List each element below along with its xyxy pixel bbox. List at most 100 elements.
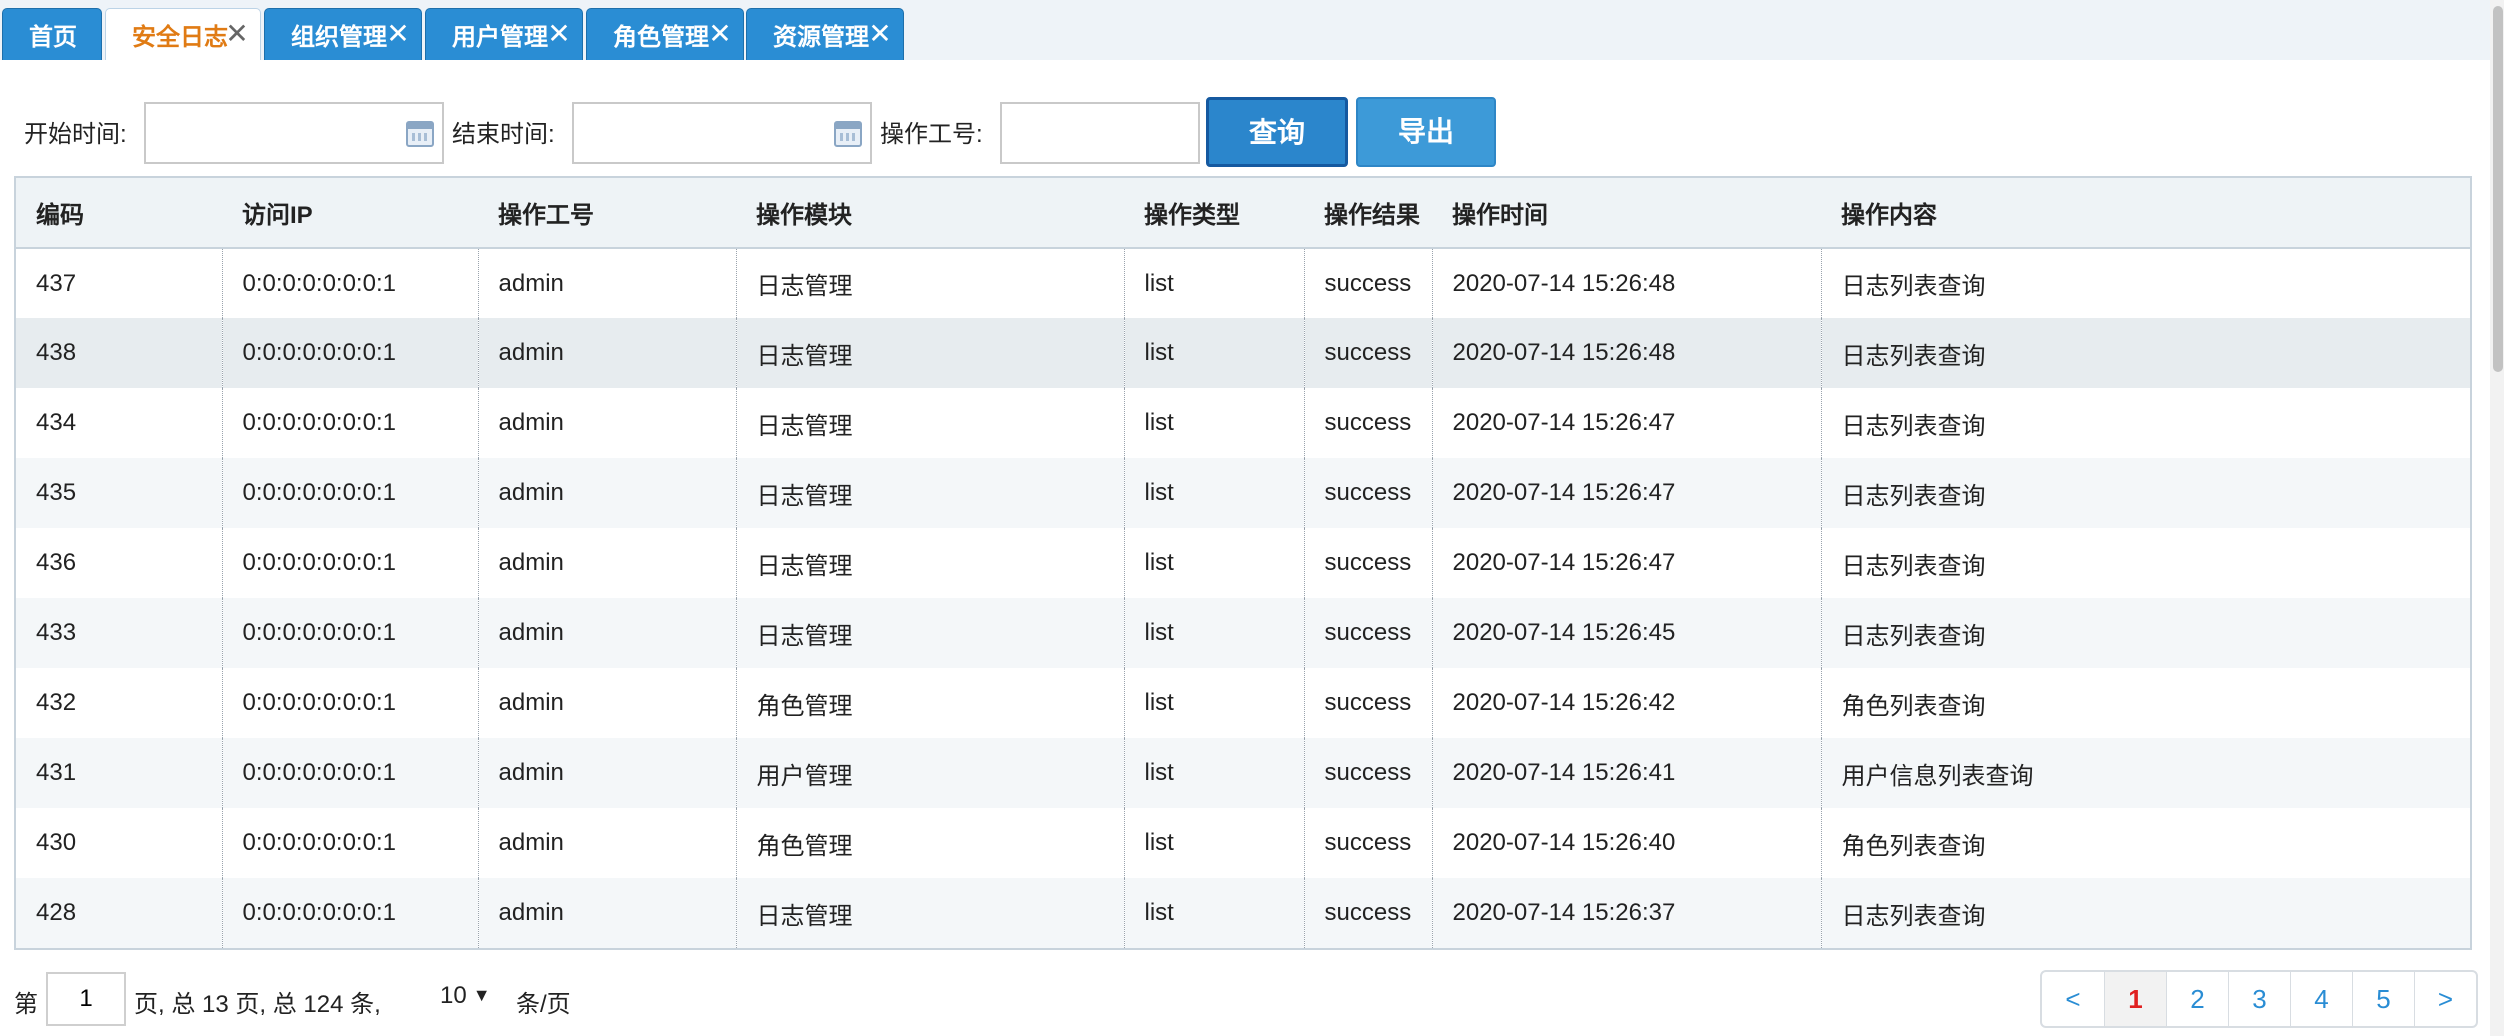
table-row[interactable]: 433 0:0:0:0:0:0:0:1 admin 日志管理 list success 20… <box>16 598 2470 668</box>
table-row[interactable]: 430 0:0:0:0:0:0:0:1 admin 角色管理 list success 20… <box>16 808 2470 878</box>
tab-label: 首页 <box>29 24 77 51</box>
table-row[interactable]: 435 0:0:0:0:0:0:0:1 admin 日志管理 list success 20… <box>16 458 2470 528</box>
operator-id-label: 操作工号: <box>880 121 983 148</box>
tab-org-management[interactable]: 组织管理 ✕ <box>264 8 422 60</box>
column-header[interactable]: 访问IP <box>222 178 478 249</box>
end-time-field[interactable] <box>572 102 872 164</box>
tab-role-management[interactable]: 角色管理 ✕ <box>586 8 744 60</box>
end-time-input[interactable] <box>574 104 870 162</box>
log-table: 编码 访问IP 操作工号 操作模块 操作类型 操作结果 操作时间 操作内容 43… <box>14 176 2472 950</box>
operator-id-input[interactable] <box>1002 104 1198 162</box>
close-icon[interactable]: ✕ <box>867 20 893 48</box>
next-page-button[interactable]: > <box>2414 972 2476 1026</box>
table-cell: 428 <box>36 899 77 926</box>
tab-home[interactable]: 首页 <box>2 8 102 60</box>
column-header[interactable]: 操作工号 <box>478 178 736 249</box>
table-cell: list <box>1123 668 1304 738</box>
table-cell: admin <box>477 458 736 528</box>
tab-resource-management[interactable]: 资源管理 ✕ <box>746 8 904 60</box>
table-cell: 角色列表查询 <box>1820 668 2470 738</box>
table-cell: list <box>1123 528 1304 598</box>
tab-label: 用户管理 <box>452 24 548 51</box>
page-button-1[interactable]: 1 <box>2104 972 2166 1026</box>
start-time-field[interactable] <box>144 102 444 164</box>
query-button[interactable]: 查询 <box>1206 97 1348 167</box>
table-cell: 日志列表查询 <box>1820 318 2470 388</box>
table-cell: admin <box>477 318 736 388</box>
close-icon[interactable]: ✕ <box>707 20 733 48</box>
page-button-4[interactable]: 4 <box>2290 972 2352 1026</box>
start-time-input[interactable] <box>146 104 442 162</box>
column-header[interactable]: 操作内容 <box>1821 178 2470 249</box>
column-header[interactable]: 操作模块 <box>736 178 1124 249</box>
close-icon[interactable]: ✕ <box>385 20 411 48</box>
table-cell: 430 <box>36 829 77 856</box>
table-cell: 432 <box>36 689 77 716</box>
table-cell: 用户管理 <box>735 738 1124 808</box>
export-button[interactable]: 导出 <box>1356 97 1496 167</box>
table-cell: 0:0:0:0:0:0:0:1 <box>221 738 478 808</box>
pagination-bar: 第 页, 总 13 页, 总 124 条, 10▼ 条/页 < 1 2 3 4 … <box>0 966 2490 1030</box>
tab-bar: 首页 安全日志 ✕ 组织管理 ✕ 用户管理 ✕ 角色管理 ✕ 资源管理 ✕ <box>0 0 2504 60</box>
table-cell: 2020-07-14 15:26:41 <box>1431 738 1821 808</box>
column-header[interactable]: 操作时间 <box>1432 178 1821 249</box>
page-button-2[interactable]: 2 <box>2166 972 2228 1026</box>
table-cell: list <box>1123 738 1304 808</box>
table-cell: 2020-07-14 15:26:47 <box>1431 388 1821 458</box>
table-cell: list <box>1123 248 1304 318</box>
table-cell: 日志管理 <box>735 528 1124 598</box>
table-cell: 2020-07-14 15:26:37 <box>1431 878 1821 948</box>
prev-page-button[interactable]: < <box>2042 972 2104 1026</box>
table-row[interactable]: 428 0:0:0:0:0:0:0:1 admin 日志管理 list success 20… <box>16 878 2470 948</box>
table-cell: 角色管理 <box>735 808 1124 878</box>
table-row[interactable]: 438 0:0:0:0:0:0:0:1 admin 日志管理 list success 20… <box>16 318 2470 388</box>
table-cell: 2020-07-14 15:26:48 <box>1431 318 1821 388</box>
table-cell: 2020-07-14 15:26:47 <box>1431 528 1821 598</box>
close-icon[interactable]: ✕ <box>546 20 572 48</box>
table-cell: 2020-07-14 15:26:40 <box>1431 808 1821 878</box>
scrollbar-thumb[interactable] <box>2493 6 2503 372</box>
operator-id-field[interactable] <box>1000 102 1200 164</box>
table-row[interactable]: 437 0:0:0:0:0:0:0:1 admin 日志管理 list success 20… <box>16 248 2470 318</box>
tab-security-log[interactable]: 安全日志 ✕ <box>105 8 261 60</box>
calendar-icon[interactable] <box>406 121 434 147</box>
column-header[interactable]: 编码 <box>16 178 222 249</box>
table-cell: success <box>1303 388 1432 458</box>
tab-label: 资源管理 <box>773 24 869 51</box>
page-button-3[interactable]: 3 <box>2228 972 2290 1026</box>
page-prefix: 第 <box>14 991 38 1018</box>
table-cell: 日志列表查询 <box>1820 248 2470 318</box>
table-cell: 0:0:0:0:0:0:0:1 <box>221 388 478 458</box>
table-row[interactable]: 432 0:0:0:0:0:0:0:1 admin 角色管理 list success 20… <box>16 668 2470 738</box>
table-cell: 2020-07-14 15:26:42 <box>1431 668 1821 738</box>
table-cell: success <box>1303 598 1432 668</box>
page-number-input[interactable] <box>46 972 126 1026</box>
table-cell: 2020-07-14 15:26:45 <box>1431 598 1821 668</box>
page-size-value: 10 <box>440 982 467 1009</box>
column-header[interactable]: 操作类型 <box>1124 178 1304 249</box>
table-cell: 日志管理 <box>735 598 1124 668</box>
table-cell: 0:0:0:0:0:0:0:1 <box>221 808 478 878</box>
table-cell: 435 <box>36 479 77 506</box>
table-cell: 0:0:0:0:0:0:0:1 <box>221 528 478 598</box>
close-icon[interactable]: ✕ <box>224 20 250 48</box>
page-size-select[interactable]: 10 ▼ <box>440 982 491 1010</box>
table-row[interactable]: 431 0:0:0:0:0:0:0:1 admin 用户管理 list success 20… <box>16 738 2470 808</box>
table-cell: 436 <box>36 549 77 576</box>
table-cell: list <box>1123 808 1304 878</box>
tab-user-management[interactable]: 用户管理 ✕ <box>425 8 583 60</box>
calendar-icon[interactable] <box>834 121 862 147</box>
page-size-suffix: 条/页 <box>516 991 571 1018</box>
page-button-5[interactable]: 5 <box>2352 972 2414 1026</box>
table-cell: success <box>1303 878 1432 948</box>
table-cell: list <box>1123 318 1304 388</box>
table-cell: 0:0:0:0:0:0:0:1 <box>221 598 478 668</box>
tab-label: 安全日志 <box>132 24 228 51</box>
table-row[interactable]: 434 0:0:0:0:0:0:0:1 admin 日志管理 list success 20… <box>16 388 2470 458</box>
table-cell: 日志管理 <box>735 318 1124 388</box>
tab-label: 组织管理 <box>291 24 387 51</box>
column-header[interactable]: 操作结果 <box>1304 178 1432 249</box>
table-cell: 437 <box>36 269 77 297</box>
table-header-row: 编码 访问IP 操作工号 操作模块 操作类型 操作结果 操作时间 操作内容 <box>16 178 2470 249</box>
table-row[interactable]: 436 0:0:0:0:0:0:0:1 admin 日志管理 list success 20… <box>16 528 2470 598</box>
